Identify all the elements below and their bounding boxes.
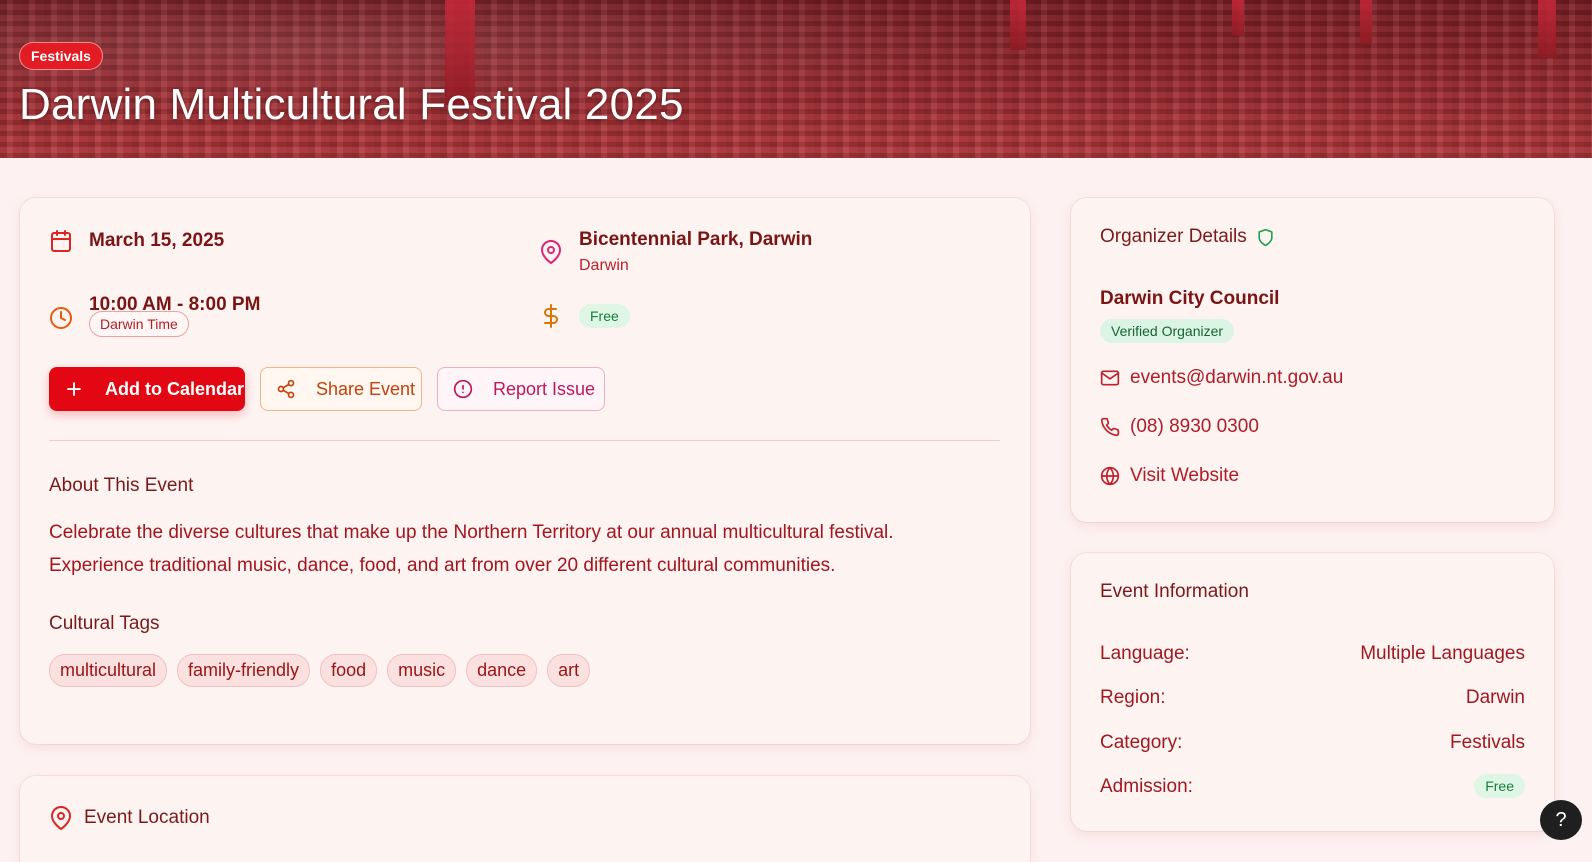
price-badge: Free	[579, 304, 630, 328]
info-row-region: Region: Darwin	[1100, 687, 1525, 709]
event-date: March 15, 2025	[49, 229, 224, 253]
info-row-admission: Admission: Free	[1100, 773, 1525, 798]
visit-website-label: Visit Website	[1130, 465, 1240, 486]
event-location-header: Event Location	[49, 806, 210, 830]
about-heading: About This Event	[49, 475, 194, 496]
info-row-language: Language: Multiple Languages	[1100, 643, 1525, 665]
tag-food[interactable]: food	[320, 654, 378, 687]
organizer-email[interactable]: events@darwin.nt.gov.au	[1100, 367, 1343, 389]
tag-family-friendly[interactable]: family-friendly	[177, 654, 311, 687]
organizer-phone-text: (08) 8930 0300	[1130, 416, 1259, 437]
add-to-calendar-label: Add to Calendar	[105, 378, 245, 399]
clock-icon	[49, 306, 73, 330]
organizer-phone[interactable]: (08) 8930 0300	[1100, 416, 1259, 438]
info-label: Language:	[1100, 643, 1190, 664]
info-row-category: Category: Festivals	[1100, 732, 1525, 754]
map-pin-icon	[49, 806, 73, 830]
tag-multicultural[interactable]: multicultural	[49, 654, 168, 687]
info-label: Region:	[1100, 687, 1166, 708]
admission-badge: Free	[1474, 773, 1525, 798]
hero-banner	[0, 0, 1592, 158]
info-value: Multiple Languages	[1360, 643, 1525, 664]
event-price: Free	[539, 304, 630, 328]
cultural-tags-list: multicultural family-friendly food music…	[49, 654, 591, 687]
map-pin-icon	[539, 240, 563, 264]
tag-dance[interactable]: dance	[466, 654, 538, 687]
share-event-label: Share Event	[316, 378, 416, 399]
cultural-tags-heading: Cultural Tags	[49, 613, 160, 634]
organizer-header: Organizer Details	[1100, 226, 1275, 248]
info-value: Darwin	[1465, 687, 1525, 708]
page-title: Darwin Multicultural Festival 2025	[19, 80, 684, 129]
venue-name: Bicentennial Park, Darwin	[579, 229, 813, 250]
event-information-heading: Event Information	[1100, 581, 1249, 602]
mail-icon	[1100, 368, 1120, 388]
globe-icon	[1100, 466, 1120, 486]
event-location-heading: Event Location	[84, 807, 210, 828]
dollar-icon	[539, 304, 563, 328]
plus-icon	[65, 380, 83, 398]
tag-art[interactable]: art	[547, 654, 591, 687]
category-badge[interactable]: Festivals	[19, 42, 103, 70]
date-text: March 15, 2025	[89, 230, 225, 251]
calendar-icon	[49, 229, 73, 253]
timezone-badge: Darwin Time	[89, 311, 189, 337]
divider	[49, 440, 1000, 441]
info-label: Admission:	[1100, 776, 1193, 797]
venue-city: Darwin	[579, 257, 629, 274]
visit-website-link[interactable]: Visit Website	[1100, 465, 1239, 487]
help-button[interactable]: ?	[1540, 800, 1582, 840]
about-description: Celebrate the diverse cultures that make…	[49, 522, 894, 576]
add-to-calendar-button[interactable]: Add to Calendar	[49, 367, 245, 411]
report-issue-label: Report Issue	[493, 378, 596, 399]
alert-circle-icon	[453, 379, 473, 399]
phone-icon	[1100, 417, 1120, 437]
report-issue-button[interactable]: Report Issue	[437, 367, 605, 411]
organizer-heading: Organizer Details	[1100, 226, 1247, 247]
event-venue: Bicentennial Park, Darwin Darwin	[539, 229, 812, 275]
info-label: Category:	[1100, 732, 1183, 753]
verified-organizer-badge: Verified Organizer	[1100, 319, 1235, 343]
tag-music[interactable]: music	[387, 654, 457, 687]
shield-icon	[1256, 228, 1275, 247]
share-event-button[interactable]: Share Event	[260, 367, 422, 411]
help-icon: ?	[1555, 808, 1567, 831]
organizer-name: Darwin City Council	[1100, 288, 1280, 309]
info-value: Festivals	[1450, 732, 1525, 753]
organizer-email-text: events@darwin.nt.gov.au	[1130, 367, 1344, 388]
share-icon	[276, 379, 296, 399]
